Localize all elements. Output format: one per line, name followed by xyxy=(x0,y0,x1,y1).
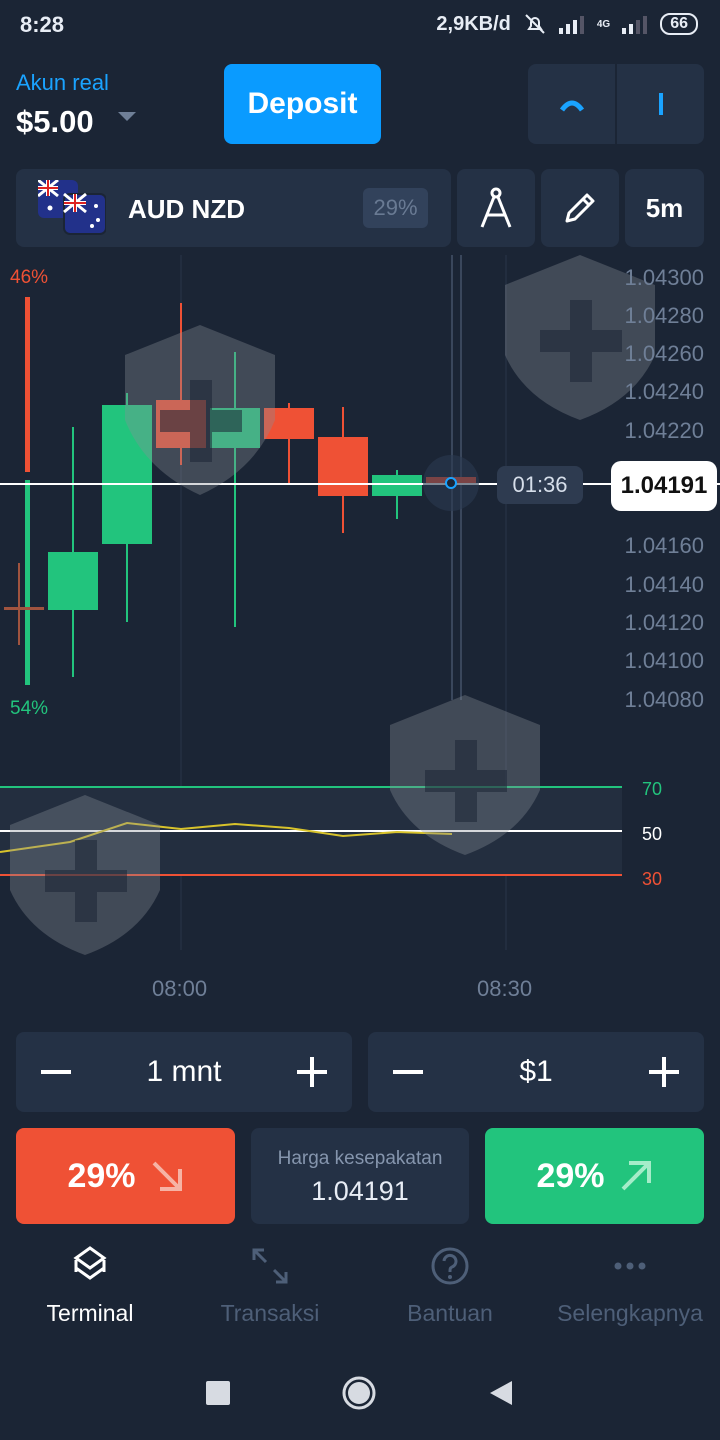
buy-button[interactable]: 29% xyxy=(485,1128,704,1224)
strike-price-value: 1.04191 xyxy=(311,1176,409,1206)
bottom-nav: Terminal Transaksi Bantuan Selengkapnya xyxy=(0,1246,720,1346)
net-speed: 2,9KB/d xyxy=(436,12,511,35)
signal-icon-2 xyxy=(622,16,648,34)
battery-indicator: 66 xyxy=(660,13,698,35)
system-nav-bar xyxy=(0,1346,720,1440)
asset-payout-badge: 29% xyxy=(363,188,428,228)
y-tick: 1.04240 xyxy=(624,379,704,404)
network-type: 4G xyxy=(596,18,611,30)
candle-chart-icon xyxy=(658,93,663,115)
sentiment-bar-buy xyxy=(25,480,30,685)
price-chart[interactable] xyxy=(0,255,720,1015)
y-tick: 1.04300 xyxy=(624,265,704,290)
current-price-tag: 1.04191 xyxy=(611,461,717,511)
pencil-icon xyxy=(565,193,595,223)
drawing-tools-button[interactable] xyxy=(457,169,535,247)
timeframe-button[interactable]: 5m xyxy=(625,169,704,247)
nav-more[interactable]: Selengkapnya xyxy=(540,1246,720,1346)
chart-mode-toggle[interactable] xyxy=(528,64,704,144)
minus-icon xyxy=(41,1070,71,1074)
amount-increase-button[interactable] xyxy=(624,1032,704,1112)
rsi-level-low: 30 xyxy=(642,869,663,889)
minus-icon xyxy=(393,1070,423,1074)
more-icon xyxy=(614,1262,646,1270)
duration-value[interactable]: 1 mnt xyxy=(146,1055,221,1089)
home-icon[interactable] xyxy=(341,1375,377,1411)
strike-price-label: Harga kesepakatan xyxy=(277,1148,443,1169)
amount-stepper[interactable]: $1 xyxy=(368,1032,704,1112)
recents-icon[interactable] xyxy=(205,1381,230,1405)
y-tick: 1.04120 xyxy=(624,610,704,635)
countdown-timer: 01:36 xyxy=(497,466,583,504)
transactions-icon xyxy=(252,1248,288,1284)
nav-transactions[interactable]: Transaksi xyxy=(180,1246,360,1346)
y-tick: 1.04160 xyxy=(624,533,704,558)
deposit-button[interactable]: Deposit xyxy=(224,64,381,144)
arrow-down-right-icon xyxy=(152,1161,182,1191)
account-balance[interactable]: $5.00 xyxy=(16,104,94,140)
chart-mode-candles[interactable] xyxy=(615,64,704,144)
plus-icon xyxy=(297,1057,327,1087)
nav-terminal-label: Terminal xyxy=(46,1300,134,1326)
nav-transactions-label: Transaksi xyxy=(220,1300,320,1326)
rsi-level-mid: 50 xyxy=(642,824,663,844)
sell-payout: 29% xyxy=(67,1156,136,1195)
sell-button[interactable]: 29% xyxy=(16,1128,235,1224)
x-tick: 08:30 xyxy=(477,976,533,1001)
duration-stepper[interactable]: 1 mnt xyxy=(16,1032,352,1112)
amount-value[interactable]: $1 xyxy=(519,1055,552,1089)
sentiment-bar-sell xyxy=(25,297,30,472)
asset-name[interactable]: AUD NZD xyxy=(128,194,245,225)
buy-sentiment-label: 54% xyxy=(10,698,49,719)
y-tick: 1.04100 xyxy=(624,648,704,673)
current-price-dot xyxy=(445,477,457,489)
x-tick: 08:00 xyxy=(152,976,208,1001)
strike-price-box: Harga kesepakatan 1.04191 xyxy=(251,1128,469,1224)
nav-more-label: Selengkapnya xyxy=(557,1300,703,1326)
back-icon[interactable] xyxy=(488,1379,514,1407)
compass-icon xyxy=(480,187,512,228)
signal-icon xyxy=(558,16,584,34)
nav-terminal[interactable]: Terminal xyxy=(0,1246,180,1346)
mute-icon xyxy=(525,14,545,34)
aud-nzd-flag-icon xyxy=(38,180,106,235)
y-tick: 1.04260 xyxy=(624,341,704,366)
status-indicators: 2,9KB/d 4G 66 xyxy=(436,12,698,36)
buy-payout: 29% xyxy=(536,1156,605,1195)
area-chart-icon xyxy=(559,100,584,112)
y-tick: 1.04280 xyxy=(624,303,704,328)
pencil-button[interactable] xyxy=(541,169,619,247)
nav-help[interactable]: Bantuan xyxy=(360,1246,540,1346)
y-tick: 1.04140 xyxy=(624,572,704,597)
account-dropdown-icon[interactable] xyxy=(118,112,136,121)
terminal-icon xyxy=(73,1246,107,1280)
rsi-level-high: 70 xyxy=(642,779,663,799)
nav-help-label: Bantuan xyxy=(407,1300,493,1326)
arrow-up-right-icon xyxy=(621,1161,651,1191)
duration-increase-button[interactable] xyxy=(272,1032,352,1112)
account-type-label[interactable]: Akun real xyxy=(16,70,109,96)
duration-decrease-button[interactable] xyxy=(16,1032,96,1112)
help-icon xyxy=(431,1247,469,1285)
amount-decrease-button[interactable] xyxy=(368,1032,448,1112)
y-tick: 1.04080 xyxy=(624,687,704,712)
y-tick: 1.04220 xyxy=(624,418,704,443)
status-time: 8:28 xyxy=(20,12,65,37)
sell-sentiment-label: 46% xyxy=(10,267,49,288)
chart-mode-area[interactable] xyxy=(528,64,615,144)
plus-icon xyxy=(649,1057,679,1087)
